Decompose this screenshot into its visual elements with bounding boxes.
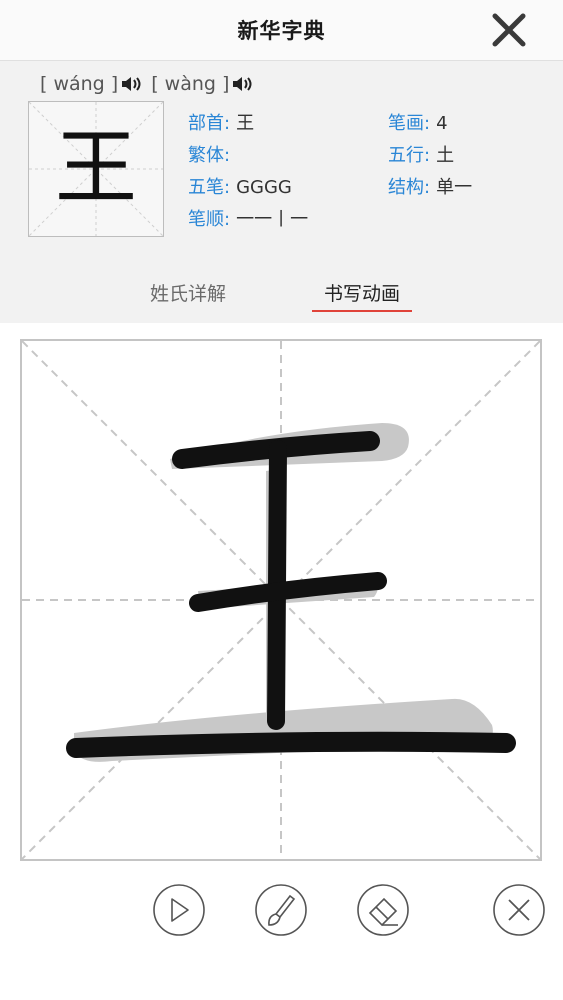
stroke-order-value: 一一丨一 bbox=[236, 209, 309, 230]
eraser-button[interactable] bbox=[356, 883, 410, 937]
title-bar: 新华字典 bbox=[0, 0, 563, 61]
tab-label: 书写动画 bbox=[324, 283, 401, 305]
five-elements-field: 五行: 土 bbox=[388, 141, 454, 167]
active-tab-indicator bbox=[312, 310, 413, 312]
close-button[interactable] bbox=[489, 10, 529, 50]
radical-field: 部首: 王 bbox=[188, 109, 254, 135]
pinyin-text: [ wàng ] bbox=[151, 73, 230, 95]
close-circle-icon bbox=[493, 884, 545, 936]
strokes-field: 笔画: 4 bbox=[388, 109, 448, 135]
speaker-icon[interactable] bbox=[232, 76, 254, 92]
character-details: 部首: 王 笔画: 4 繁体: 五行: 土 五笔: GGGG 结构: 单一 笔顺: 一一丨一 bbox=[188, 109, 548, 239]
stroke-animation bbox=[22, 341, 540, 859]
structure-label: 结构: bbox=[388, 177, 431, 198]
character-glyph: 王 bbox=[54, 121, 137, 216]
play-button[interactable] bbox=[152, 883, 206, 937]
stroke-order-label: 笔顺: bbox=[188, 209, 231, 230]
character-info-panel: [ wáng ] [ wàng ] 王 部首: 王 笔画: 4 繁体: 五行: … bbox=[0, 61, 563, 323]
pinyin-row: [ wáng ] [ wàng ] bbox=[40, 73, 254, 95]
character-preview-box: 王 bbox=[28, 101, 164, 237]
writing-canvas[interactable] bbox=[20, 339, 542, 861]
pinyin-wang2[interactable]: [ wáng ] bbox=[40, 73, 143, 95]
strokes-value: 4 bbox=[436, 113, 448, 134]
stroke-order-field: 笔顺: 一一丨一 bbox=[188, 205, 308, 231]
brush-button[interactable] bbox=[254, 883, 308, 937]
wubi-label: 五笔: bbox=[188, 177, 231, 198]
radical-label: 部首: bbox=[188, 113, 231, 134]
close-icon bbox=[492, 13, 526, 47]
traditional-label: 繁体: bbox=[188, 145, 231, 166]
tab-label: 姓氏详解 bbox=[150, 283, 227, 305]
traditional-field: 繁体: bbox=[188, 141, 236, 167]
radical-value: 王 bbox=[236, 113, 255, 134]
wubi-field: 五笔: GGGG bbox=[188, 173, 292, 199]
play-icon bbox=[153, 884, 205, 936]
tab-surname-details[interactable]: 姓氏详解 bbox=[150, 279, 226, 306]
structure-value: 单一 bbox=[436, 177, 473, 198]
eraser-icon bbox=[357, 884, 409, 936]
tab-writing-animation[interactable]: 书写动画 bbox=[312, 279, 413, 312]
pinyin-wang4[interactable]: [ wàng ] bbox=[151, 73, 254, 95]
pinyin-text: [ wáng ] bbox=[40, 73, 119, 95]
structure-field: 结构: 单一 bbox=[388, 173, 472, 199]
brush-icon bbox=[255, 884, 307, 936]
animation-controls bbox=[0, 883, 563, 945]
clear-button[interactable] bbox=[492, 883, 546, 937]
wubi-value: GGGG bbox=[236, 177, 292, 198]
speaker-icon[interactable] bbox=[121, 76, 143, 92]
strokes-label: 笔画: bbox=[388, 113, 431, 134]
five-elements-label: 五行: bbox=[388, 145, 431, 166]
tab-bar: 姓氏详解 书写动画 bbox=[0, 279, 563, 323]
five-elements-value: 土 bbox=[436, 145, 455, 166]
app-title: 新华字典 bbox=[237, 19, 326, 43]
